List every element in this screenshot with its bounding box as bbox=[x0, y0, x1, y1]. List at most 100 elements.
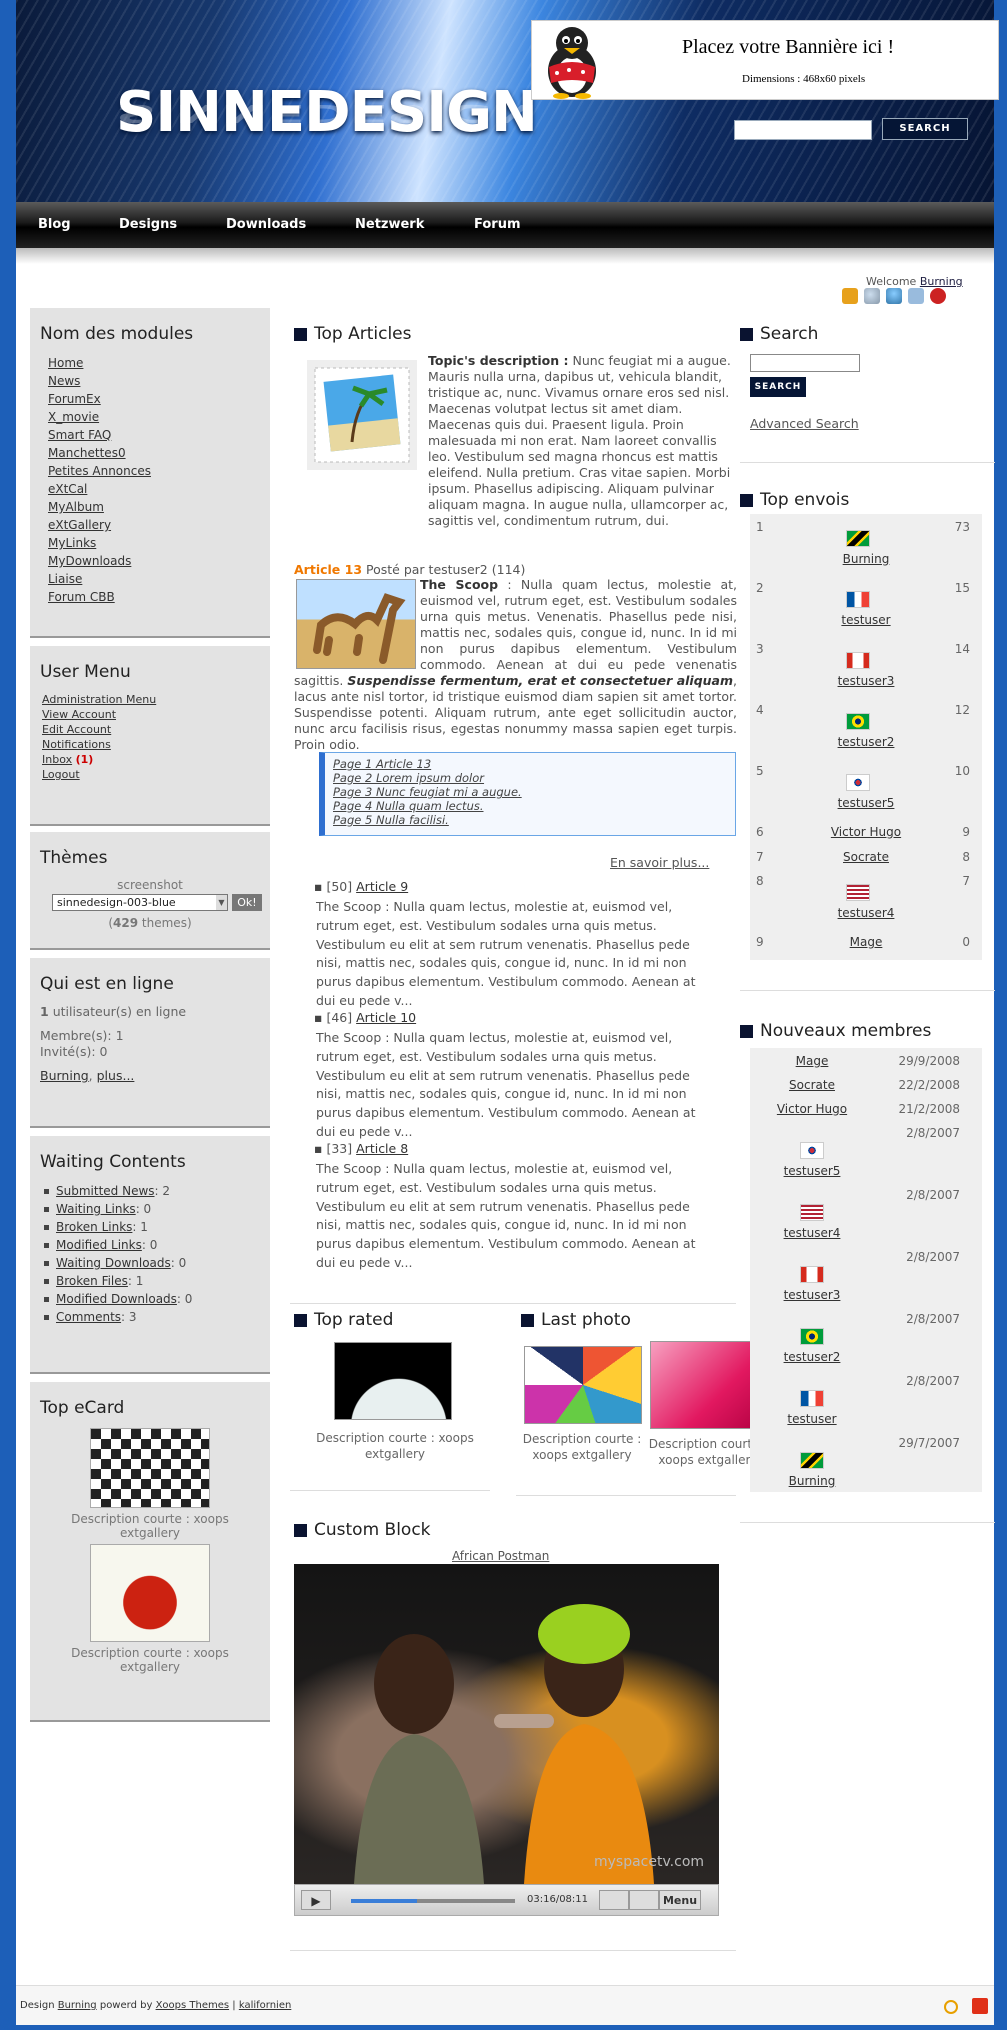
nav-blog[interactable]: Blog bbox=[38, 217, 71, 232]
logout-icon[interactable] bbox=[930, 288, 946, 304]
theme-ok-button[interactable]: Ok! bbox=[232, 894, 262, 911]
member-name-link[interactable]: Burning bbox=[750, 1474, 874, 1488]
video-progress-track[interactable] bbox=[351, 1899, 515, 1903]
member-name-link[interactable]: Socrate bbox=[750, 1078, 874, 1092]
footer-kalif-link[interactable]: kalifornien bbox=[239, 2000, 291, 2011]
menu-notifications[interactable]: Notifications bbox=[42, 738, 111, 751]
member-name-link[interactable]: Mage bbox=[750, 1054, 874, 1068]
nav-designs[interactable]: Designs bbox=[119, 217, 177, 232]
nav-forum[interactable]: Forum bbox=[474, 217, 521, 232]
nav-downloads[interactable]: Downloads bbox=[226, 217, 306, 232]
welcome-user-link[interactable]: Burning bbox=[920, 275, 963, 288]
member-date: 2/8/2007 bbox=[906, 1126, 960, 1140]
page-link[interactable]: Page 1 Article 13 bbox=[333, 757, 727, 771]
search-icon[interactable] bbox=[864, 288, 880, 304]
theme-select[interactable]: sinnedesign-003-blue bbox=[52, 894, 228, 911]
rss-icon[interactable] bbox=[972, 1998, 988, 2014]
page-link[interactable]: Page 2 Lorem ipsum dolor bbox=[333, 771, 727, 785]
online-user-link[interactable]: Burning bbox=[40, 1068, 89, 1083]
poster-name-link[interactable]: testuser5 bbox=[750, 796, 982, 810]
page-link[interactable]: Page 3 Nunc feugiat mi a augue. bbox=[333, 785, 727, 799]
header-search-input[interactable] bbox=[734, 120, 872, 140]
poster-name-link[interactable]: testuser bbox=[750, 613, 982, 627]
article-link[interactable]: Article 9 bbox=[356, 879, 408, 894]
ecard-thumb-1[interactable] bbox=[90, 1428, 210, 1508]
member-name-link[interactable]: testuser2 bbox=[750, 1350, 874, 1364]
article-meta-line: Article 13 Posté par testuser2 (114) bbox=[294, 562, 526, 577]
article-link[interactable]: Article 8 bbox=[356, 1141, 408, 1156]
article-link[interactable]: Article 10 bbox=[356, 1010, 416, 1025]
poster-name-link[interactable]: testuser2 bbox=[750, 735, 982, 749]
video-player[interactable]: myspacetv.com bbox=[294, 1564, 719, 1884]
module-link[interactable]: ForumEx bbox=[48, 392, 101, 406]
module-link[interactable]: Forum CBB bbox=[48, 590, 115, 604]
module-link[interactable]: News bbox=[48, 374, 80, 388]
country-flag-icon bbox=[846, 530, 870, 547]
module-link[interactable]: MyDownloads bbox=[48, 554, 131, 568]
poster-name-link[interactable]: testuser4 bbox=[750, 906, 982, 920]
module-link[interactable]: Home bbox=[48, 356, 83, 370]
nav-netzwerk[interactable]: Netzwerk bbox=[355, 217, 424, 232]
last-photo-title: Last photo bbox=[521, 1310, 631, 1330]
video-menu-button[interactable]: Menu bbox=[659, 1890, 701, 1910]
ecard-thumb-2[interactable] bbox=[90, 1544, 210, 1642]
volume-icon[interactable] bbox=[599, 1890, 629, 1910]
menu-edit-account[interactable]: Edit Account bbox=[42, 723, 111, 736]
ticket-icon[interactable] bbox=[842, 288, 858, 304]
play-icon[interactable]: ▶ bbox=[301, 1890, 331, 1910]
poster-name-link[interactable]: Socrate bbox=[750, 850, 982, 864]
article-title[interactable]: Article 13 bbox=[294, 562, 362, 577]
poster-name-link[interactable]: Victor Hugo bbox=[750, 825, 982, 839]
menu-inbox[interactable]: Inbox bbox=[42, 753, 72, 766]
menu-admin[interactable]: Administration Menu bbox=[42, 693, 156, 706]
footer-xoops-link[interactable]: Xoops Themes bbox=[156, 2000, 230, 2011]
poster-name-link[interactable]: testuser3 bbox=[750, 674, 982, 688]
country-flag-icon bbox=[846, 774, 870, 791]
fullscreen-icon[interactable] bbox=[629, 1890, 659, 1910]
country-flag-icon bbox=[846, 591, 870, 608]
tools-icon[interactable] bbox=[908, 288, 924, 304]
poster-name-link[interactable]: Mage bbox=[750, 935, 982, 949]
last-photo-thumb-1[interactable] bbox=[524, 1346, 642, 1424]
advanced-search-link[interactable]: Advanced Search bbox=[750, 416, 859, 432]
module-link[interactable]: MyAlbum bbox=[48, 500, 104, 514]
module-link[interactable]: Liaise bbox=[48, 572, 82, 586]
module-link[interactable]: Manchettes0 bbox=[48, 446, 126, 460]
module-link[interactable]: X_movie bbox=[48, 410, 99, 424]
module-link[interactable]: Petites Annonces bbox=[48, 464, 151, 478]
page-link[interactable]: Page 5 Nulla facilisi. bbox=[333, 813, 727, 827]
member-name-link[interactable]: testuser3 bbox=[750, 1288, 874, 1302]
divider bbox=[740, 990, 995, 991]
footer-user-link[interactable]: Burning bbox=[58, 2000, 97, 2011]
country-flag-icon bbox=[846, 884, 870, 901]
online-more-link[interactable]: plus... bbox=[97, 1068, 135, 1083]
banner-ad[interactable]: Placez votre Bannière ici ! Dimensions :… bbox=[531, 20, 999, 100]
header-search-button[interactable]: Search bbox=[882, 118, 968, 140]
menu-logout[interactable]: Logout bbox=[42, 768, 80, 781]
footer: Design Burning powerd by Xoops Themes | … bbox=[16, 1985, 994, 2025]
module-link[interactable]: MyLinks bbox=[48, 536, 96, 550]
read-more-link[interactable]: En savoir plus... bbox=[610, 855, 709, 871]
page-link[interactable]: Page 4 Nulla quam lectus. bbox=[333, 799, 727, 813]
member-name-link[interactable]: Victor Hugo bbox=[750, 1102, 874, 1116]
themes-block: Thèmes screenshot sinnedesign-003-blue ▼… bbox=[30, 832, 270, 950]
online-info: 1 utilisateur(s) en ligne Membre(s): 1 I… bbox=[40, 1004, 187, 1083]
module-link[interactable]: eXtCal bbox=[48, 482, 87, 496]
module-link[interactable]: Smart FAQ bbox=[48, 428, 111, 442]
article-excerpt: The Scoop : Nulla quam lectus, molestie … bbox=[316, 899, 696, 1008]
refresh-icon[interactable] bbox=[944, 2000, 958, 2014]
search-input[interactable] bbox=[750, 354, 860, 372]
member-name-link[interactable]: testuser5 bbox=[750, 1164, 874, 1178]
user-icon[interactable] bbox=[886, 288, 902, 304]
chevron-down-icon[interactable]: ▼ bbox=[216, 895, 227, 910]
search-button[interactable]: Search bbox=[750, 377, 806, 397]
online-block: Qui est en ligne 1 utilisateur(s) en lig… bbox=[30, 958, 270, 1128]
module-link[interactable]: eXtGallery bbox=[48, 518, 111, 532]
menu-view-account[interactable]: View Account bbox=[42, 708, 116, 721]
video-title-link[interactable]: African Postman bbox=[452, 1548, 549, 1564]
member-name-link[interactable]: testuser bbox=[750, 1412, 874, 1426]
member-name-link[interactable]: testuser4 bbox=[750, 1226, 874, 1240]
ecard-title: Top eCard bbox=[40, 1398, 125, 1418]
top-rated-thumb[interactable] bbox=[334, 1342, 452, 1420]
poster-name-link[interactable]: Burning bbox=[750, 552, 982, 566]
